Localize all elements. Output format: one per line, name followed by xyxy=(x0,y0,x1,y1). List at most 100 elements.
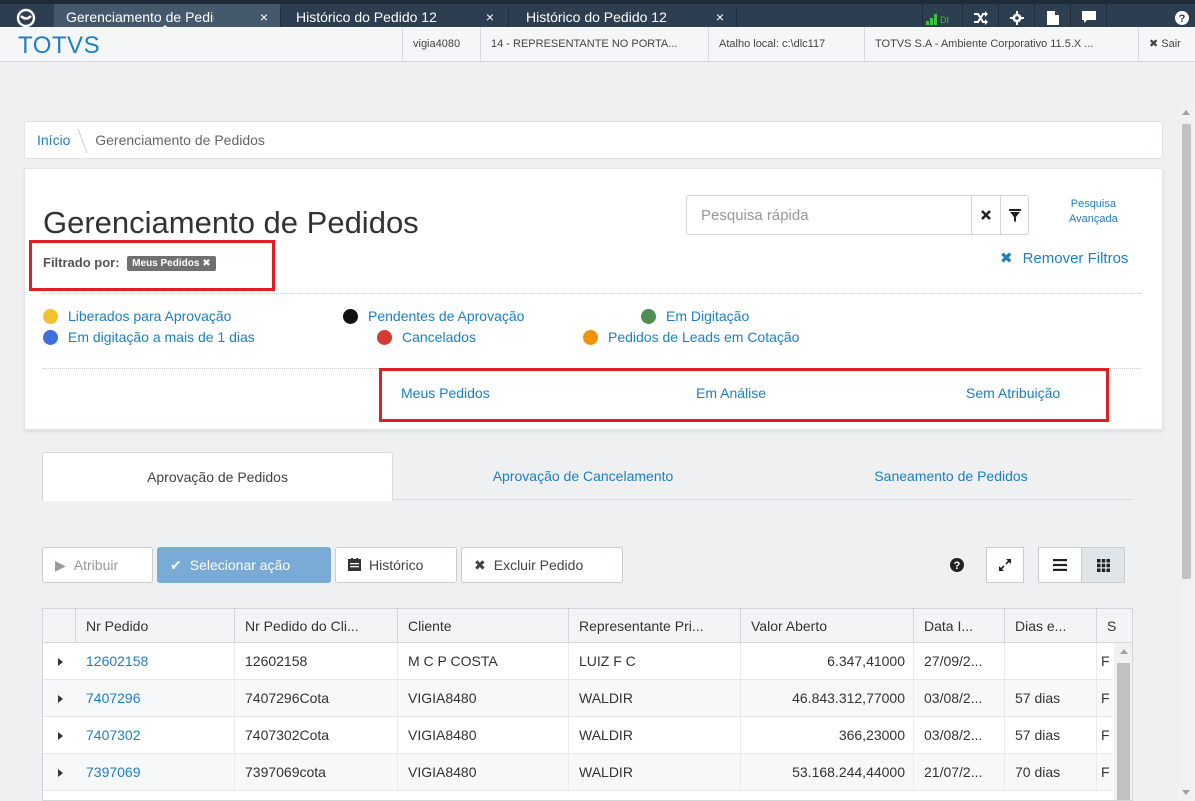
scroll-up-icon[interactable] xyxy=(1120,649,1128,654)
days: 57 dias xyxy=(1005,717,1097,754)
remove-filters-button[interactable]: ✖ Remover Filtros xyxy=(1000,249,1128,267)
grid-header-expander xyxy=(43,609,76,643)
grid-view-button[interactable] xyxy=(1081,547,1125,583)
order-number-link[interactable]: 7407302 xyxy=(76,717,235,754)
page-scrollbar[interactable] xyxy=(1178,104,1195,801)
expand-row-icon[interactable] xyxy=(58,658,63,666)
grid-icon xyxy=(1096,558,1110,572)
representative: WALDIR xyxy=(569,754,741,791)
tab-saneamento-pedidos[interactable]: Saneamento de Pedidos xyxy=(773,452,1129,500)
column-header[interactable]: Nr Pedido do Cli... xyxy=(235,609,398,643)
quick-search-input[interactable] xyxy=(687,196,973,234)
brand-logo: TOTVS xyxy=(18,32,101,59)
days: 57 dias xyxy=(1005,680,1097,717)
header-panel: Gerenciamento de Pedidos Filtrado por: M… xyxy=(24,168,1163,430)
expand-row-icon[interactable] xyxy=(58,769,63,777)
table-row[interactable]: 12602158 12602158 M C P COSTA LUIZ F C 6… xyxy=(43,643,1113,680)
grid-scrollbar[interactable] xyxy=(1114,643,1132,800)
help-icon[interactable]: ? xyxy=(948,547,966,583)
environment-info[interactable]: TOTVS S.A - Ambiente Corporativo 11.5.X … xyxy=(864,27,1136,62)
column-header[interactable]: Nr Pedido xyxy=(76,609,235,643)
quick-filter-sem-atribuicao[interactable]: Sem Atribuição xyxy=(966,385,1060,401)
assign-button[interactable]: ▶ Atribuir xyxy=(42,547,153,583)
order-number-link[interactable]: 12602158 xyxy=(76,643,235,680)
order-number-link[interactable]: 7407296 xyxy=(76,680,235,717)
expand-row-icon[interactable] xyxy=(58,732,63,740)
representative: WALDIR xyxy=(569,680,741,717)
list-icon xyxy=(1053,559,1067,571)
list-view-button[interactable] xyxy=(1038,547,1082,583)
legend-label: Em Digitação xyxy=(666,308,750,324)
status-legend: Liberados para Aprovação Pendentes de Ap… xyxy=(43,308,1143,352)
table-row[interactable]: 7407302 7407302Cota VIGIA8480 WALDIR 366… xyxy=(43,717,1113,754)
breadcrumb-current: Gerenciamento de Pedidos xyxy=(95,132,265,148)
scroll-up-icon[interactable] xyxy=(1182,110,1190,115)
advanced-search-link[interactable]: Pesquisa Avançada xyxy=(1069,197,1118,227)
quick-filter-em-analise[interactable]: Em Análise xyxy=(696,385,766,401)
info-bar: TOTVS vigia4080 14 - REPRESENTANTE NO PO… xyxy=(0,27,1195,62)
quick-search xyxy=(686,195,1029,235)
quick-filter-meus-pedidos[interactable]: Meus Pedidos xyxy=(401,385,490,401)
remove-chip-icon[interactable]: ✖ xyxy=(202,258,210,269)
legend-label: Pedidos de Leads em Cotação xyxy=(608,329,800,345)
logout-button[interactable]: ✖ Sair xyxy=(1138,27,1195,62)
column-header[interactable]: Valor Aberto xyxy=(741,609,914,643)
date: 27/09/2... xyxy=(914,643,1005,680)
green-dot-icon xyxy=(641,309,656,324)
scroll-down-icon[interactable] xyxy=(1182,790,1190,795)
date: 03/08/2... xyxy=(914,717,1005,754)
column-header[interactable]: Data I... xyxy=(914,609,1005,643)
black-dot-icon xyxy=(343,309,358,324)
breadcrumb-separator xyxy=(69,129,88,154)
tab-aprovacao-cancelamento[interactable]: Aprovação de Cancelamento xyxy=(393,452,773,500)
date: 21/07/2... xyxy=(914,754,1005,791)
orders-grid: Nr Pedido Nr Pedido do Cli... Cliente Re… xyxy=(42,608,1133,801)
delete-order-button[interactable]: ✖ Excluir Pedido xyxy=(461,547,623,583)
expand-button[interactable] xyxy=(986,547,1024,583)
page-scrollbar-thumb[interactable] xyxy=(1182,124,1191,579)
legend-item[interactable]: Em digitação a mais de 1 dias xyxy=(43,329,255,345)
user-profile[interactable]: 14 - REPRESENTANTE NO PORTA... xyxy=(480,27,706,62)
open-value: 366,23000 xyxy=(741,717,914,754)
filter-button[interactable] xyxy=(1000,196,1029,234)
column-header[interactable]: S xyxy=(1097,609,1132,643)
client-order-number: 7397069cota xyxy=(235,754,398,791)
legend-label: Cancelados xyxy=(402,329,476,345)
yellow-dot-icon xyxy=(43,309,58,324)
column-header[interactable]: Dias e... xyxy=(1005,609,1097,643)
filter-chip[interactable]: Meus Pedidos ✖ xyxy=(127,256,216,271)
grid-body: 12602158 12602158 M C P COSTA LUIZ F C 6… xyxy=(43,643,1113,800)
grid-scrollbar-thumb[interactable] xyxy=(1117,663,1130,800)
column-header[interactable]: Representante Pri... xyxy=(569,609,741,643)
column-header[interactable]: Cliente xyxy=(398,609,569,643)
representative: LUIZ F C xyxy=(569,643,741,680)
table-row[interactable]: 7407296 7407296Cota VIGIA8480 WALDIR 46.… xyxy=(43,680,1113,717)
select-action-button[interactable]: ✔ Selecionar ação xyxy=(157,547,331,583)
clear-search-button[interactable] xyxy=(971,196,1000,234)
days xyxy=(1005,643,1097,680)
date: 03/08/2... xyxy=(914,680,1005,717)
legend-item[interactable]: Pendentes de Aprovação xyxy=(343,308,524,324)
table-row[interactable]: 7397069 7397069cota VIGIA8480 WALDIR 53.… xyxy=(43,754,1113,791)
client-order-number: 7407302Cota xyxy=(235,717,398,754)
legend-item[interactable]: Liberados para Aprovação xyxy=(43,308,231,324)
breadcrumb-home-link[interactable]: Início xyxy=(37,132,70,148)
history-button[interactable]: Histórico xyxy=(335,547,457,583)
select-action-label: Selecionar ação xyxy=(189,557,291,573)
expand-row-icon[interactable] xyxy=(58,695,63,703)
tab-aprovacao-pedidos[interactable]: Aprovação de Pedidos xyxy=(42,452,393,501)
signal-text: DI xyxy=(940,15,949,25)
app-topbar: Gerenciamento de Pedidos × Histórico do … xyxy=(0,0,1195,62)
local-shortcut[interactable]: Atalho local: c:\dlc117 xyxy=(708,27,862,62)
logout-label: Sair xyxy=(1161,38,1181,50)
client-name: VIGIA8480 xyxy=(398,754,569,791)
order-number-link[interactable]: 7397069 xyxy=(76,754,235,791)
legend-item[interactable]: Em Digitação xyxy=(641,308,749,324)
representative: WALDIR xyxy=(569,717,741,754)
divider xyxy=(43,368,1141,369)
legend-item[interactable]: Pedidos de Leads em Cotação xyxy=(583,329,799,345)
tab-strip: Gerenciamento de Pedidos × Histórico do … xyxy=(0,0,1195,31)
user-name[interactable]: vigia4080 xyxy=(402,27,478,62)
open-value: 46.843.312,77000 xyxy=(741,680,914,717)
legend-item[interactable]: Cancelados xyxy=(377,329,476,345)
